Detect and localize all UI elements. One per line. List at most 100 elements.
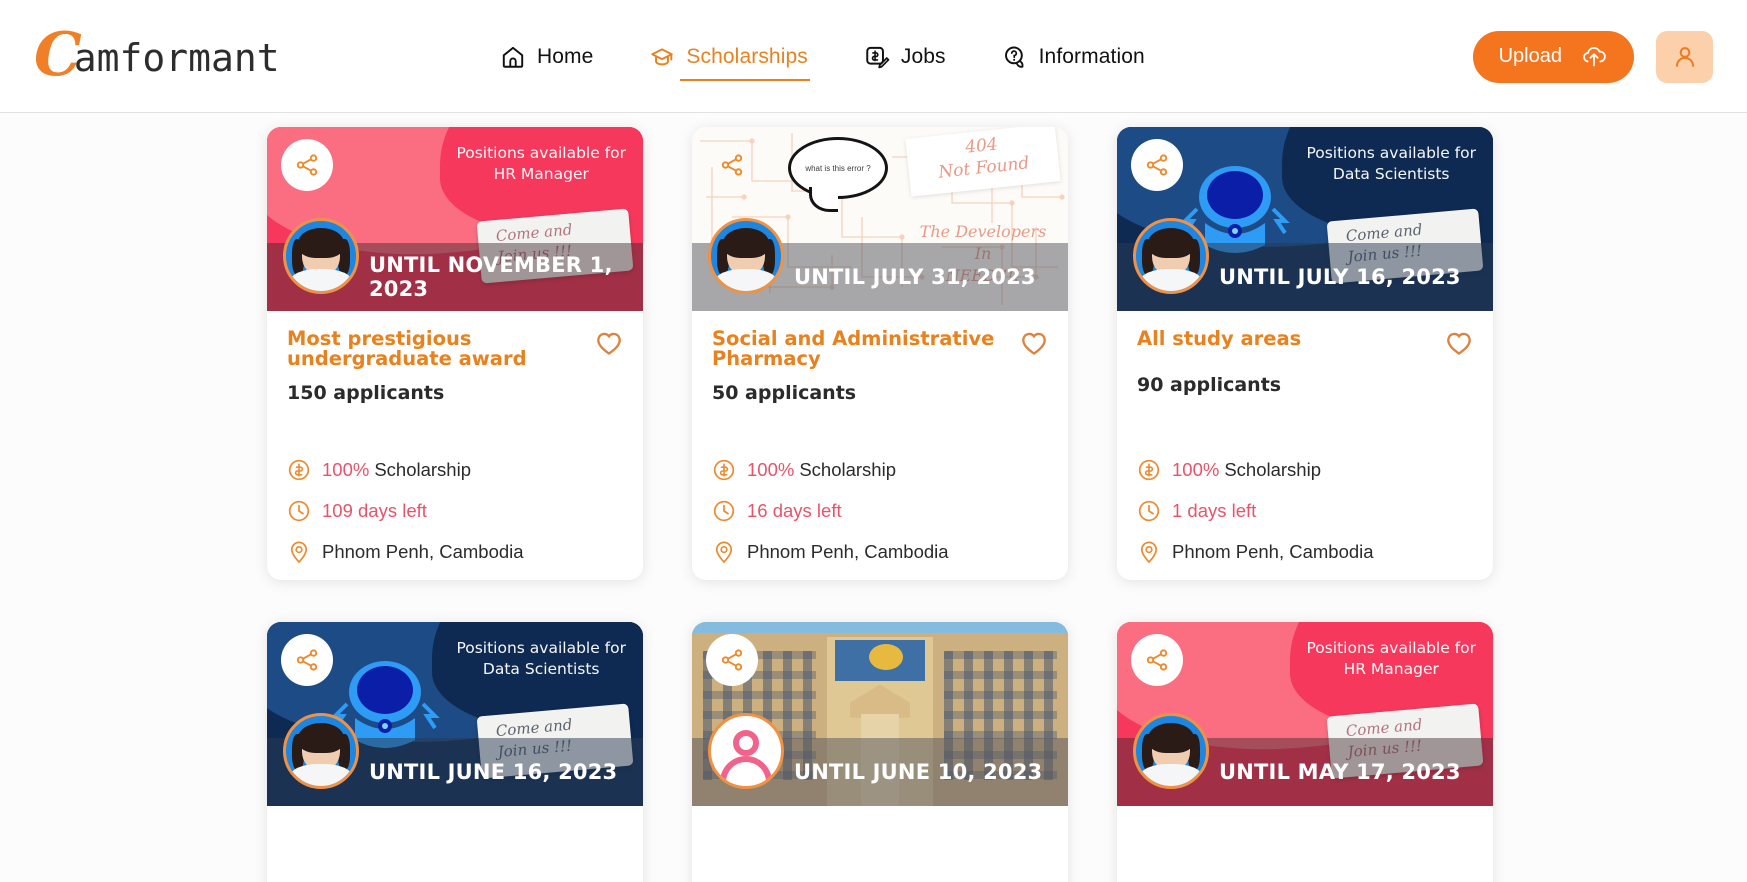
dollar-circle-icon [713, 459, 735, 481]
question-bubble-icon [1004, 45, 1024, 68]
dollar-circle-icon [1138, 459, 1160, 481]
card-body [692, 806, 1068, 882]
nav-label-home: Home [537, 44, 594, 68]
share-button[interactable] [1131, 634, 1183, 686]
site-header: C amformant Home Scholarships Jobs Infor… [0, 0, 1747, 113]
developers-line1: The Developers [919, 222, 1047, 241]
share-button[interactable] [706, 634, 758, 686]
card-title: All study areas [1137, 327, 1302, 350]
nav-item-jobs[interactable]: Jobs [864, 0, 946, 113]
card-banner: Positions available for HR Manager Come … [267, 127, 643, 311]
card-body: All study areas 90 applicants 100% Schol… [1117, 311, 1493, 580]
location-text: Phnom Penh, Cambodia [322, 541, 524, 562]
heart-outline-icon [1022, 332, 1046, 355]
user-icon [1675, 46, 1694, 67]
scholarship-label: Scholarship [799, 459, 896, 480]
applicants-count: 50 applicants [712, 382, 857, 404]
nav-item-scholarships[interactable]: Scholarships [649, 0, 810, 113]
header-actions: Upload [1472, 0, 1713, 113]
scholarship-card[interactable]: Positions available for HR Manager Come … [267, 127, 643, 580]
scholarship-card[interactable]: Positions available for HR Manager Come … [1117, 622, 1493, 882]
share-icon [721, 154, 743, 176]
scholarship-percent: 100% [1172, 459, 1220, 480]
card-body [267, 806, 643, 882]
cloud-upload-icon [1583, 47, 1606, 67]
applicants-count: 90 applicants [1137, 374, 1282, 396]
card-banner: Positions available for Data Scientists … [1117, 127, 1493, 311]
scholarship-card[interactable]: 404 Not Found what is this error ? The D… [692, 127, 1068, 580]
applicants-count: 150 applicants [287, 382, 445, 404]
banner-caption: Positions available for Data Scientists [1306, 143, 1476, 185]
brand-logo[interactable]: C amformant [34, 14, 280, 90]
nav-item-home[interactable]: Home [500, 0, 593, 113]
scholarship-percent: 100% [322, 459, 370, 480]
banner-caption-line1: Positions available for [456, 144, 626, 162]
nav-label-scholarships: Scholarships [686, 44, 808, 68]
location-text: Phnom Penh, Cambodia [1172, 541, 1374, 562]
favorite-button[interactable] [1020, 330, 1048, 361]
share-button[interactable] [1131, 139, 1183, 191]
card-banner: UNTIL JUNE 10, 2023 [692, 622, 1068, 806]
banner-caption-line1: Positions available for [1306, 144, 1476, 162]
logo-initial: C [34, 20, 82, 90]
scholarship-card[interactable]: UNTIL JUNE 10, 2023 [692, 622, 1068, 882]
favorite-button[interactable] [595, 330, 623, 361]
days-left-text: 16 days left [747, 500, 842, 521]
location-text: Phnom Penh, Cambodia [747, 541, 949, 562]
card-title-row: Social and Administrative Pharmacy [712, 329, 1048, 369]
card-title: Most prestigious undergraduate award [287, 327, 527, 370]
deadline-text: UNTIL JUNE 16, 2023 [369, 760, 618, 784]
share-icon [1146, 649, 1168, 671]
upload-button-label: Upload [1498, 45, 1562, 67]
card-banner: 404 Not Found what is this error ? The D… [692, 127, 1068, 311]
deadline-text: UNTIL JULY 16, 2023 [1219, 265, 1461, 289]
scholarship-label: Scholarship [1224, 459, 1321, 480]
nav-item-information[interactable]: Information [1002, 0, 1145, 113]
location-pin-icon [290, 541, 308, 564]
scholarship-row: 100% Scholarship [287, 458, 623, 482]
card-body [1117, 806, 1493, 882]
banner-caption-line1: Positions available for [456, 639, 626, 657]
nav-label-jobs: Jobs [900, 44, 946, 68]
share-button[interactable] [281, 139, 333, 191]
location-row: Phnom Penh, Cambodia [287, 540, 623, 564]
banner-caption: Positions available for HR Manager [1306, 638, 1476, 680]
scholarship-card[interactable]: Positions available for Data Scientists … [267, 622, 643, 882]
main-navigation: Home Scholarships Jobs Information [500, 0, 1145, 113]
scholarship-row: 100% Scholarship [712, 458, 1048, 482]
card-title-row: All study areas [1137, 329, 1473, 361]
card-banner: Positions available for Data Scientists … [267, 622, 643, 806]
banner-caption-line1: Positions available for [1306, 639, 1476, 657]
upload-button[interactable]: Upload [1472, 30, 1634, 83]
share-icon [296, 154, 318, 176]
active-tab-underline [680, 78, 810, 81]
share-button[interactable] [281, 634, 333, 686]
card-banner: Positions available for HR Manager Come … [1117, 622, 1493, 806]
card-title: Social and Administrative Pharmacy [712, 327, 995, 370]
share-icon [1146, 154, 1168, 176]
clock-icon [288, 500, 310, 522]
card-title-row: Most prestigious undergraduate award [287, 329, 623, 369]
profile-button[interactable] [1656, 30, 1713, 83]
graduation-cap-icon [651, 47, 674, 65]
share-icon [721, 649, 743, 671]
avatar [708, 218, 784, 294]
card-meta: 100% Scholarship 1 days left Phnom Penh,… [1137, 458, 1473, 564]
days-left-row: 109 days left [287, 499, 623, 523]
card-meta: 100% Scholarship 16 days left Phnom Penh… [712, 458, 1048, 564]
days-left-row: 1 days left [1137, 499, 1473, 523]
heart-outline-icon [1447, 332, 1471, 355]
banner-caption-line2: HR Manager [1343, 660, 1439, 678]
banner-caption-line2: Data Scientists [1332, 165, 1450, 183]
share-button[interactable] [706, 139, 758, 191]
deadline-text: UNTIL MAY 17, 2023 [1219, 760, 1461, 784]
scholarship-card[interactable]: Positions available for Data Scientists … [1117, 127, 1493, 580]
home-icon [502, 46, 524, 68]
deadline-text: UNTIL NOVEMBER 1, 2023 [369, 253, 613, 301]
days-left-row: 16 days left [712, 499, 1048, 523]
scholarship-row: 100% Scholarship [1137, 458, 1473, 482]
avatar [283, 713, 359, 789]
favorite-button[interactable] [1445, 330, 1473, 361]
logo-wordmark: amformant [73, 36, 280, 80]
location-pin-icon [715, 541, 733, 564]
